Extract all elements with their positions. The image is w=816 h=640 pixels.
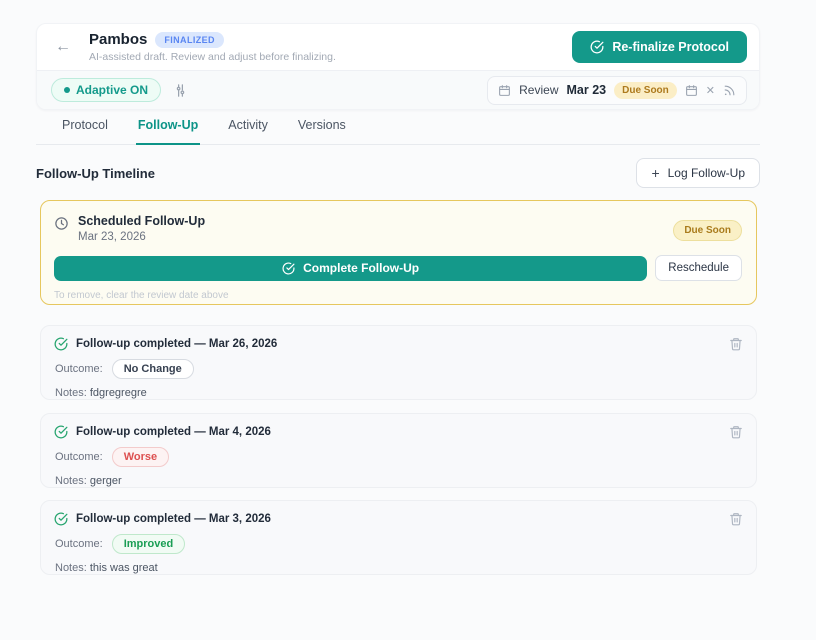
review-date-value[interactable]: Mar 23: [567, 83, 607, 97]
entry-title: Follow-up completed — Mar 26, 2026: [76, 338, 278, 350]
follow-up-entry-card: Follow-up completed — Mar 4, 2026 Outcom…: [40, 413, 757, 488]
outcome-label: Outcome:: [55, 538, 103, 550]
check-circle-icon: [590, 40, 604, 54]
notes-value: gerger: [89, 475, 122, 487]
notes-value: fdgregregre: [89, 387, 147, 399]
protocol-header-card: ← Pambos FINALIZED AI-assisted draft. Re…: [36, 23, 760, 110]
notes-label: Notes:: [55, 475, 87, 487]
page-subtitle: AI-assisted draft. Review and adjust bef…: [89, 51, 336, 63]
log-follow-up-button[interactable]: + Log Follow-Up: [636, 158, 760, 188]
trash-icon[interactable]: [729, 512, 743, 526]
entry-title: Follow-up completed — Mar 3, 2026: [76, 513, 271, 525]
clear-date-icon[interactable]: ✕: [706, 84, 715, 97]
adaptive-status-dot: [64, 87, 70, 93]
review-label: Review: [519, 83, 559, 97]
title-block: Pambos FINALIZED AI-assisted draft. Revi…: [89, 31, 572, 63]
trash-icon[interactable]: [729, 337, 743, 351]
clock-icon: [54, 216, 69, 231]
refinalize-protocol-button[interactable]: Re-finalize Protocol: [572, 31, 747, 63]
complete-follow-up-button[interactable]: Complete Follow-Up: [54, 255, 648, 281]
scheduled-helper-note: To remove, clear the review date above: [54, 290, 229, 301]
tab-bar: Protocol Follow-Up Activity Versions: [36, 108, 760, 145]
outcome-label: Outcome:: [55, 363, 103, 375]
trash-icon[interactable]: [729, 425, 743, 439]
entry-notes: Notes: gerger: [55, 475, 743, 487]
back-button[interactable]: ←: [51, 38, 75, 56]
scheduled-follow-up-card: Scheduled Follow-Up Mar 23, 2026 Due Soo…: [40, 200, 757, 305]
calendar-picker-icon[interactable]: [685, 84, 698, 97]
log-button-label: Log Follow-Up: [667, 166, 745, 180]
page-title: Pambos: [89, 31, 148, 48]
entry-title: Follow-up completed — Mar 4, 2026: [76, 426, 271, 438]
scheduled-title: Scheduled Follow-Up: [78, 214, 206, 228]
timeline-section-header: Follow-Up Timeline + Log Follow-Up: [36, 158, 760, 188]
reschedule-button[interactable]: Reschedule: [655, 255, 742, 281]
settings-sliders-icon[interactable]: [173, 83, 188, 98]
plus-icon: +: [651, 165, 660, 181]
reminder-rss-icon[interactable]: [723, 84, 736, 97]
status-badge: FINALIZED: [155, 31, 224, 48]
outcome-badge: Improved: [111, 534, 186, 554]
follow-up-entry-card: Follow-up completed — Mar 3, 2026 Outcom…: [40, 500, 757, 575]
outcome-badge: Worse: [111, 447, 170, 467]
notes-value: this was great: [89, 562, 158, 574]
outcome-badge: No Change: [111, 359, 194, 379]
header-top-row: ← Pambos FINALIZED AI-assisted draft. Re…: [37, 24, 759, 70]
tab-versions[interactable]: Versions: [296, 108, 348, 144]
tab-protocol[interactable]: Protocol: [60, 108, 110, 144]
scheduled-due-soon-badge: Due Soon: [673, 220, 742, 241]
complete-button-label: Complete Follow-Up: [303, 261, 420, 275]
entry-notes: Notes: fdgregregre: [55, 387, 743, 399]
follow-up-entry-card: Follow-up completed — Mar 26, 2026 Outco…: [40, 325, 757, 400]
adaptive-toggle-pill[interactable]: Adaptive ON: [51, 78, 162, 102]
review-date-box: Review Mar 23 Due Soon ✕: [487, 75, 747, 105]
scheduled-date: Mar 23, 2026: [78, 231, 146, 243]
refinalize-button-label: Re-finalize Protocol: [612, 40, 729, 54]
check-circle-icon: [54, 337, 68, 351]
tab-activity[interactable]: Activity: [226, 108, 270, 144]
check-circle-icon: [54, 425, 68, 439]
entry-notes: Notes: this was great: [55, 562, 743, 574]
due-soon-badge: Due Soon: [614, 81, 677, 99]
outcome-label: Outcome:: [55, 451, 103, 463]
notes-label: Notes:: [55, 562, 87, 574]
calendar-icon: [498, 84, 511, 97]
notes-label: Notes:: [55, 387, 87, 399]
tab-follow-up[interactable]: Follow-Up: [135, 108, 201, 145]
check-circle-icon: [54, 512, 68, 526]
check-circle-icon: [282, 262, 295, 275]
adaptive-pill-label: Adaptive ON: [76, 83, 149, 97]
section-title: Follow-Up Timeline: [36, 165, 155, 181]
header-bottom-row: Adaptive ON Review Mar 23 Due Soon ✕: [37, 70, 759, 109]
